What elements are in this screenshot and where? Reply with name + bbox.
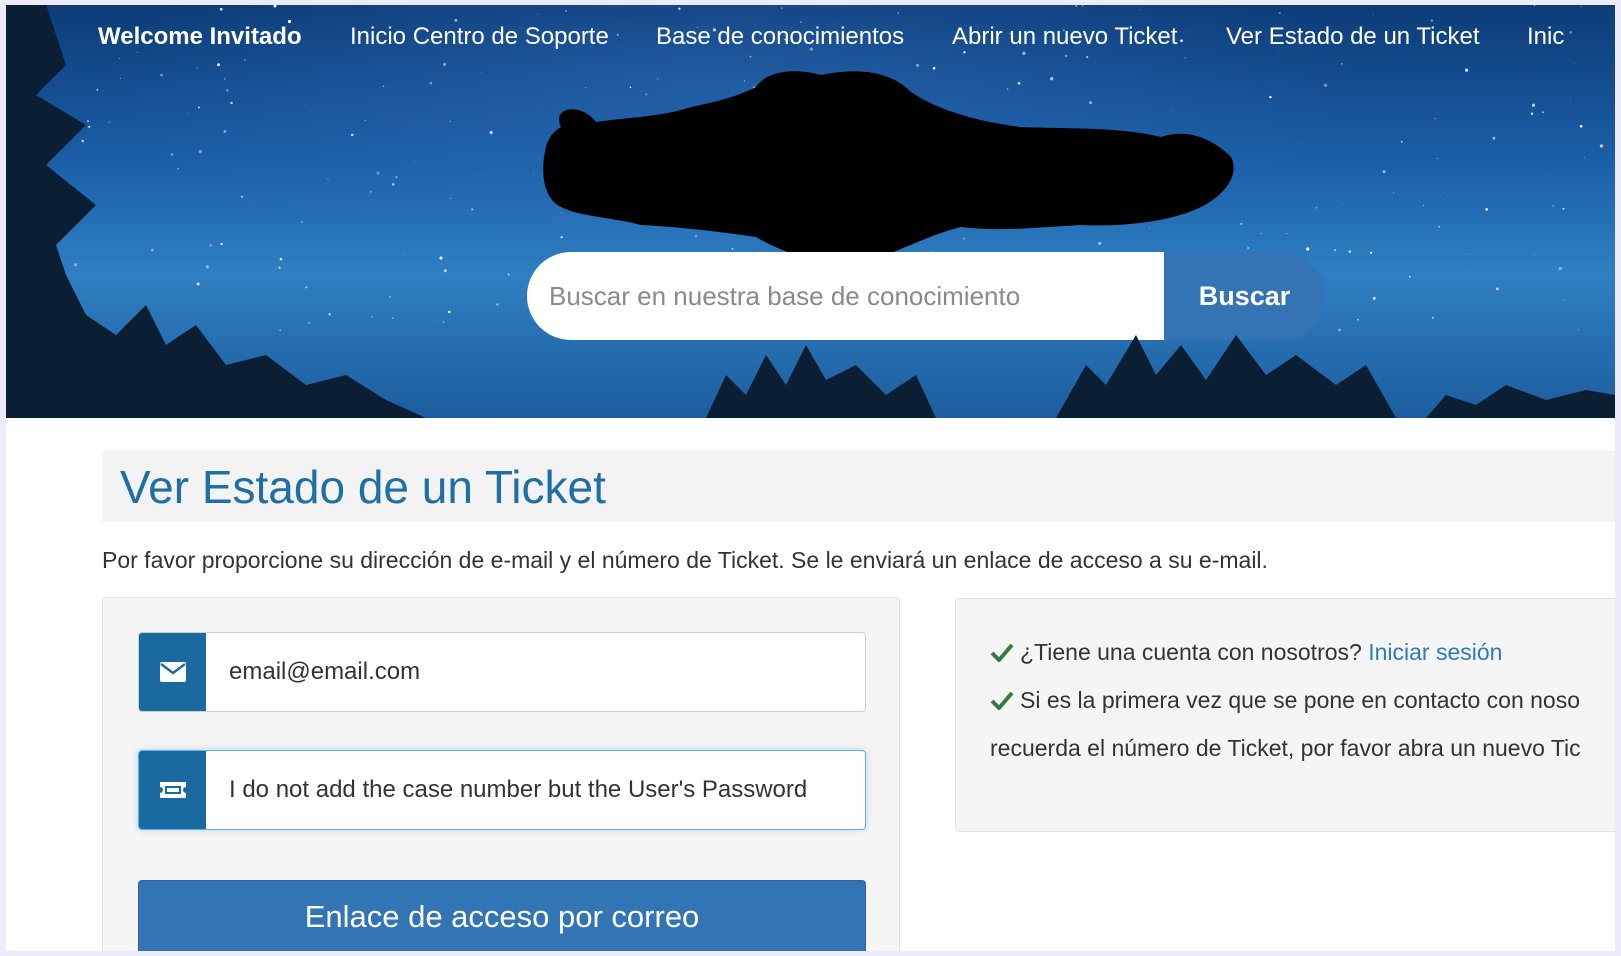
check-icon xyxy=(990,643,1014,662)
email-field-group xyxy=(138,632,866,712)
tree-silhouettes xyxy=(6,5,1615,418)
info-panel: ¿Tiene una cuenta con nosotros? Iniciar … xyxy=(955,598,1615,832)
hero-banner: Welcome Invitado Inicio Centro de Soport… xyxy=(6,5,1615,418)
ticket-number-field[interactable] xyxy=(229,751,849,829)
first-time-line: Si es la primera vez que se pone en cont… xyxy=(990,687,1580,714)
account-question-text: ¿Tiene una cuenta con nosotros? xyxy=(1020,639,1362,665)
ticket-field-group xyxy=(138,750,866,830)
check-icon xyxy=(990,691,1014,710)
page-title: Ver Estado de un Ticket xyxy=(120,461,606,513)
ticket-icon xyxy=(139,751,206,829)
page-instructions: Por favor proporcione su dirección de e-… xyxy=(102,547,1268,573)
email-access-link-button[interactable]: Enlace de acceso por correo xyxy=(138,880,866,951)
sign-in-link[interactable]: Iniciar sesión xyxy=(1368,639,1502,665)
first-time-text: Si es la primera vez que se pone en cont… xyxy=(1020,687,1581,713)
browser-viewport: Welcome Invitado Inicio Centro de Soport… xyxy=(6,5,1615,951)
page-title-bar: Ver Estado de un Ticket xyxy=(102,451,1615,522)
first-time-line-continued: recuerda el número de Ticket, por favor … xyxy=(990,735,1581,761)
envelope-icon xyxy=(139,633,206,711)
account-question-line: ¿Tiene una cuenta con nosotros? Iniciar … xyxy=(990,639,1502,666)
email-field[interactable] xyxy=(229,633,849,711)
ticket-lookup-form: Enlace de acceso por correo xyxy=(102,597,900,951)
